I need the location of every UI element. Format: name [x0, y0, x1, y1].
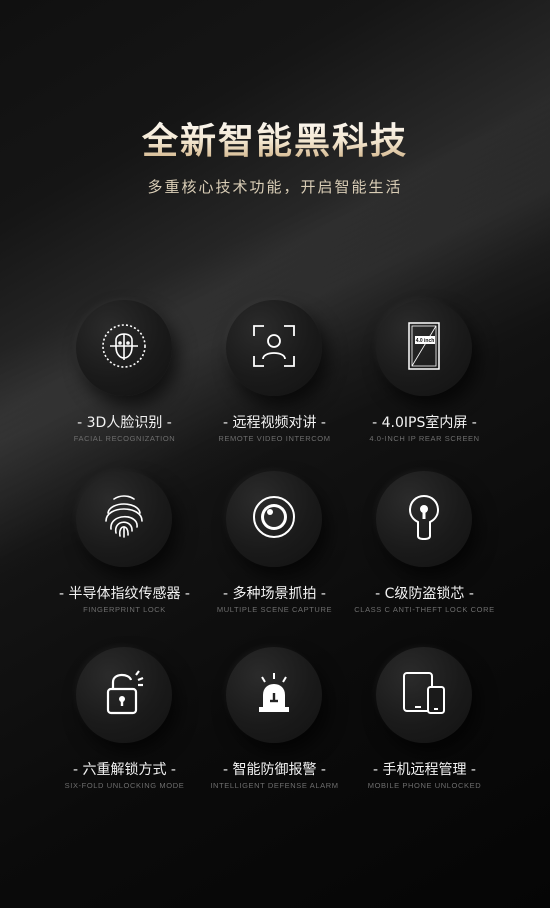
screen-icon: 4.0 inch: [398, 320, 450, 372]
screen-size-text: 4.0 inch: [416, 338, 435, 344]
feature-label: - 手机远程管理 -: [372, 762, 476, 778]
face-scan-icon: [98, 320, 150, 372]
page-title: 全新智能黑科技: [0, 112, 550, 164]
mobile-devices-icon: [398, 667, 450, 719]
person-frame-icon: [248, 320, 300, 372]
page-subtitle: 多重核心技术功能，开启智能生活: [147, 178, 403, 196]
fingerprint-icon: [98, 491, 150, 543]
feature-sub-label: 4.0-INCH IP REAR SCREEN: [369, 434, 480, 443]
camera-lens-icon: [248, 491, 300, 543]
feature-sub-label: MOBILE PHONE UNLOCKED: [367, 781, 482, 790]
alarm-icon: [248, 667, 300, 719]
padlock-icon: [98, 667, 150, 719]
lock-core-icon: [398, 491, 450, 543]
feature-label: - 4.0IPS室内屏 -: [372, 415, 477, 431]
feature-label: - C级防盗锁芯 -: [375, 586, 474, 602]
feature-sub-label: CLASS C ANTI-THEFT LOCK CORE: [354, 605, 495, 614]
